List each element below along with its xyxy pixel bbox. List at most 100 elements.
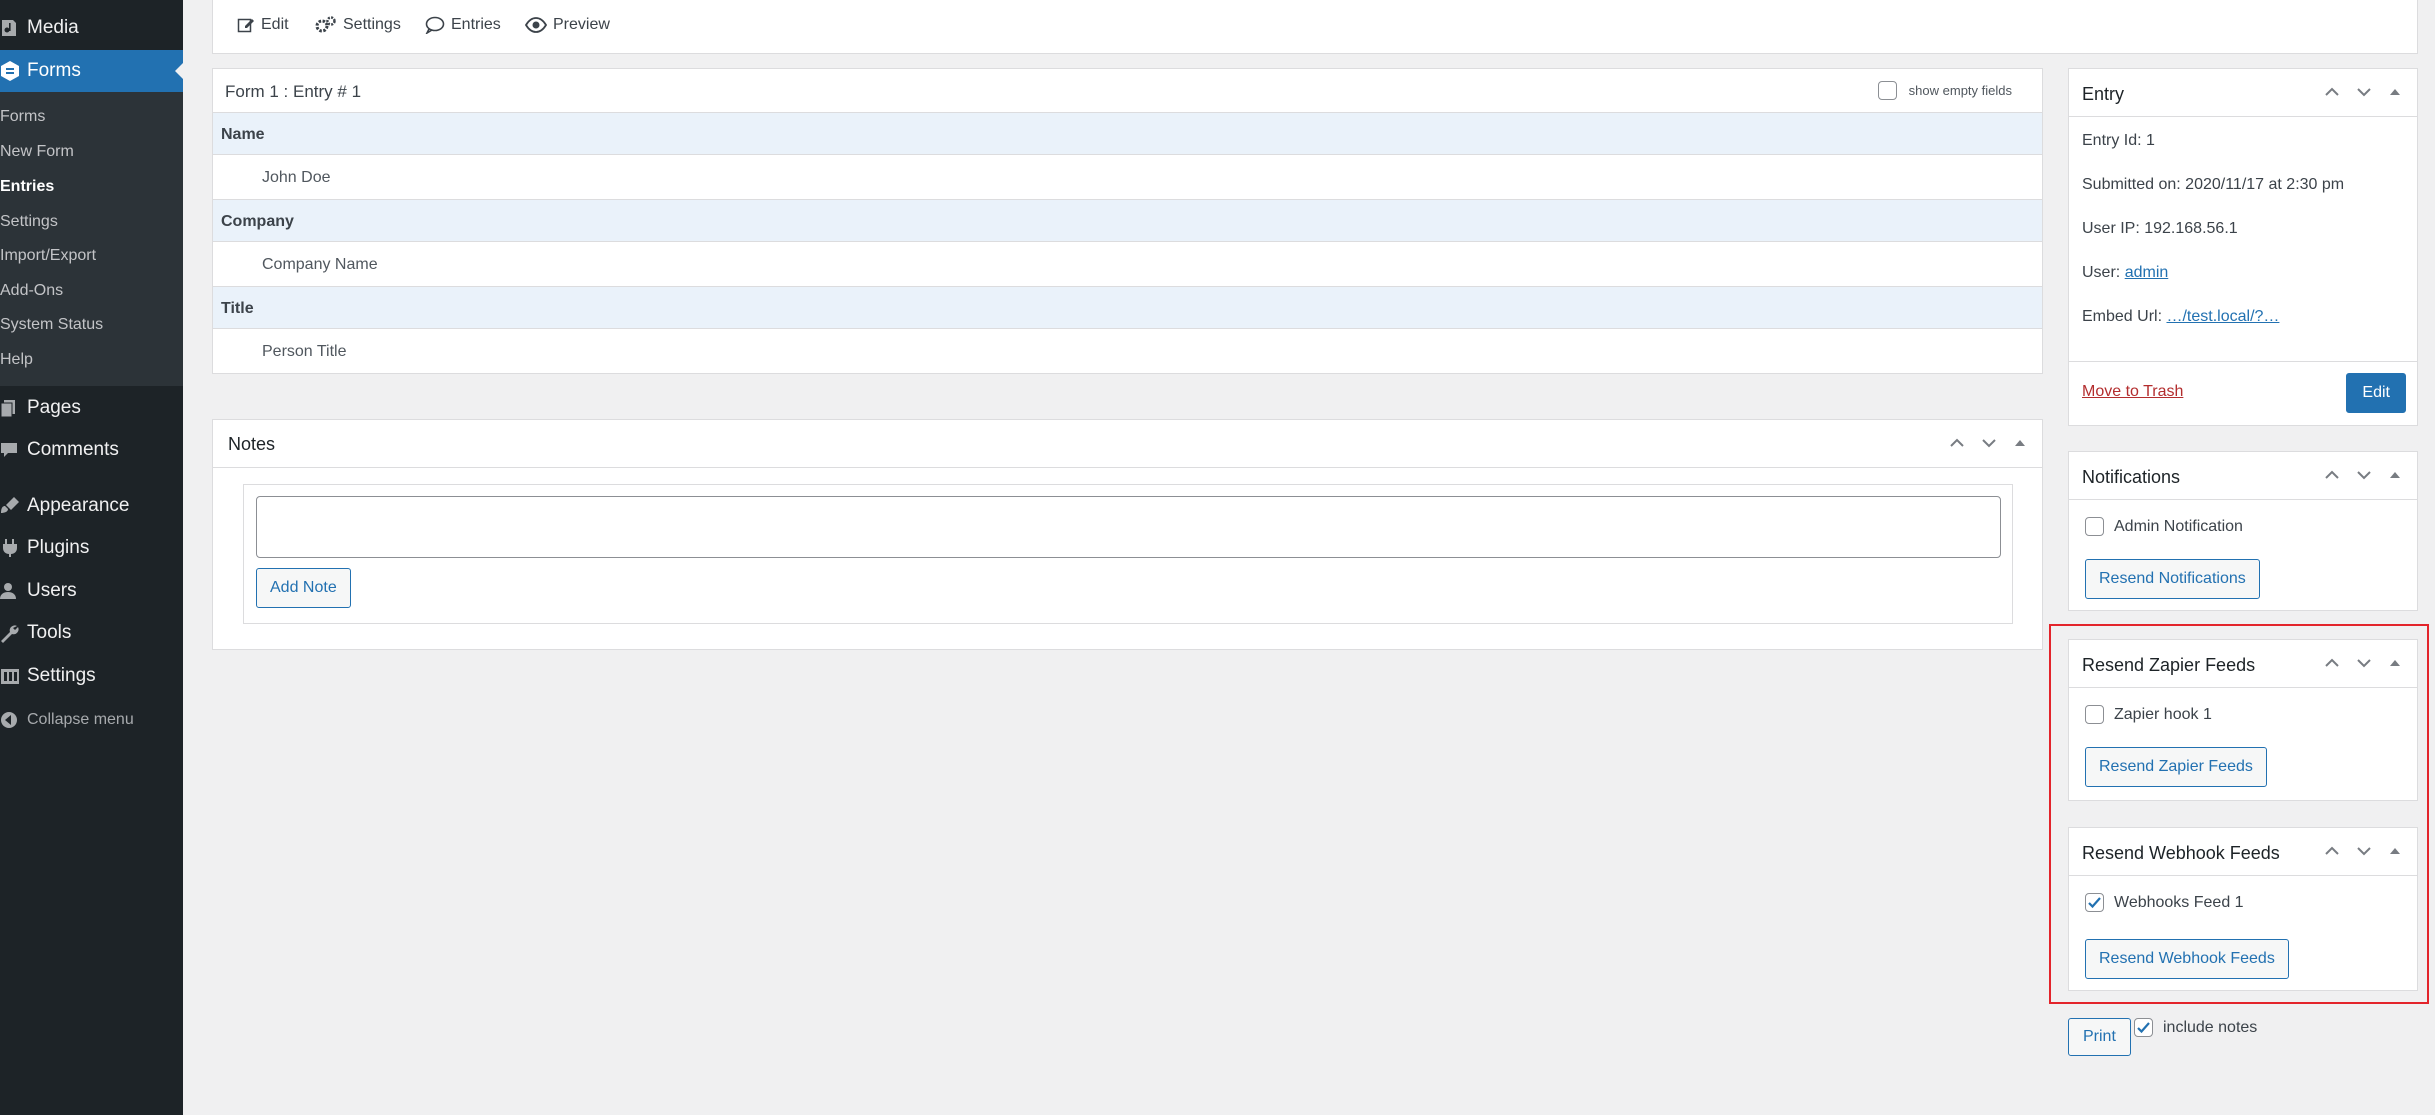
- notes-title: Notes: [228, 434, 276, 454]
- menu-item-pages[interactable]: Pages: [0, 390, 183, 426]
- include-notes-option[interactable]: include notes: [2134, 1018, 2257, 1037]
- notes-panel-controls: [1948, 434, 2028, 452]
- resend-zapier-feeds-button[interactable]: Resend Zapier Feeds: [2085, 747, 2267, 787]
- note-textarea[interactable]: [256, 496, 2001, 558]
- menu-item-appearance[interactable]: Appearance: [0, 488, 183, 524]
- toolbar-edit-link[interactable]: Edit: [237, 16, 289, 34]
- submenu-entries[interactable]: Entries: [0, 178, 54, 196]
- submenu-settings[interactable]: Settings: [0, 213, 58, 231]
- toolbar-entries-label: Entries: [451, 16, 501, 33]
- menu-label-pages: Pages: [27, 397, 81, 418]
- show-empty-fields-checkbox[interactable]: [1877, 81, 1897, 100]
- field-label-title: Title: [213, 287, 2042, 329]
- admin-notification-option[interactable]: Admin Notification: [2085, 517, 2243, 536]
- entry-id: Entry Id: 1: [2082, 132, 2155, 149]
- collapse-menu-button[interactable]: Collapse menu: [0, 702, 183, 738]
- resend-webhook-feeds-button[interactable]: Resend Webhook Feeds: [2085, 939, 2289, 979]
- toggle-panel-icon[interactable]: [2387, 843, 2403, 859]
- chevron-down-icon[interactable]: [2355, 466, 2373, 484]
- zapier-controls: [2323, 654, 2403, 672]
- chevron-down-icon[interactable]: [2355, 842, 2373, 860]
- notifications-title: Notifications: [2082, 467, 2181, 487]
- edit-entry-button[interactable]: Edit: [2346, 373, 2406, 413]
- field-label-name: Name: [213, 113, 2042, 155]
- notifications-header: Notifications: [2069, 452, 2417, 500]
- toggle-panel-icon[interactable]: [2387, 84, 2403, 100]
- field-value-company: Company Name: [213, 242, 2042, 287]
- chevron-up-icon[interactable]: [2323, 83, 2341, 101]
- admin-notification-label: Admin Notification: [2114, 517, 2243, 535]
- embed-url-link[interactable]: …/test.local/?…: [2166, 308, 2279, 325]
- include-notes-checkbox[interactable]: [2134, 1018, 2153, 1037]
- submenu-import-export[interactable]: Import/Export: [0, 247, 96, 265]
- menu-item-plugins[interactable]: Plugins: [0, 530, 183, 566]
- zapier-hook-checkbox[interactable]: [2085, 705, 2104, 724]
- entry-box-title: Entry: [2082, 84, 2125, 104]
- include-notes-label: include notes: [2163, 1018, 2258, 1036]
- menu-label-forms: Forms: [27, 60, 81, 81]
- menu-label-users: Users: [27, 580, 77, 601]
- zapier-header: Resend Zapier Feeds: [2069, 640, 2417, 688]
- menu-item-forms[interactable]: Forms: [0, 50, 183, 92]
- speech-bubble-icon: [425, 16, 445, 34]
- show-empty-fields-toggle[interactable]: show empty fields: [1877, 81, 2012, 100]
- user-line: User: admin: [2082, 264, 2168, 282]
- webhook-header: Resend Webhook Feeds: [2069, 828, 2417, 876]
- field-value-title: Person Title: [262, 343, 347, 360]
- entry-box-controls: [2323, 83, 2403, 101]
- toggle-panel-icon[interactable]: [2387, 655, 2403, 671]
- print-button[interactable]: Print: [2068, 1018, 2131, 1056]
- entry-info-box: Entry Entry Id: 1 Submitted on: 2020/11/…: [2068, 68, 2418, 426]
- chevron-down-icon[interactable]: [1980, 434, 1998, 452]
- entry-detail-title: Form 1 : Entry # 1: [225, 82, 362, 101]
- user-link[interactable]: admin: [2125, 264, 2169, 281]
- notifications-controls: [2323, 466, 2403, 484]
- move-to-trash-link[interactable]: Move to Trash: [2082, 383, 2183, 401]
- submenu-new-form[interactable]: New Form: [0, 143, 74, 161]
- menu-item-settings[interactable]: Settings: [0, 658, 183, 694]
- resend-zapier-feeds-box: Resend Zapier Feeds Zapier hook 1 Resend…: [2068, 639, 2418, 801]
- webhooks-feed-option[interactable]: Webhooks Feed 1: [2085, 893, 2244, 912]
- user-ip: User IP: 192.168.56.1: [2082, 220, 2238, 237]
- submenu-help[interactable]: Help: [0, 351, 33, 369]
- submenu-forms[interactable]: Forms: [0, 108, 45, 126]
- field-label-company: Company: [213, 200, 2042, 242]
- chevron-down-icon[interactable]: [2355, 83, 2373, 101]
- toggle-panel-icon[interactable]: [2387, 467, 2403, 483]
- menu-label-settings: Settings: [27, 665, 96, 686]
- menu-item-tools[interactable]: Tools: [0, 615, 183, 651]
- add-note-button[interactable]: Add Note: [256, 568, 351, 608]
- chevron-up-icon[interactable]: [2323, 842, 2341, 860]
- toolbar-edit-label: Edit: [261, 16, 289, 33]
- toolbar-preview-label: Preview: [553, 16, 610, 33]
- notifications-box: Notifications Admin Notification Resend …: [2068, 451, 2418, 611]
- resend-notifications-button[interactable]: Resend Notifications: [2085, 559, 2260, 599]
- collapse-icon: [0, 707, 27, 734]
- eye-icon: [525, 17, 547, 33]
- webhooks-feed-checkbox[interactable]: [2085, 893, 2104, 912]
- admin-notification-checkbox[interactable]: [2085, 517, 2104, 536]
- chevron-up-icon[interactable]: [2323, 654, 2341, 672]
- toolbar-entries-link[interactable]: Entries: [425, 16, 501, 34]
- zapier-title: Resend Zapier Feeds: [2082, 655, 2256, 675]
- toggle-panel-icon[interactable]: [2012, 435, 2028, 451]
- submenu-system-status[interactable]: System Status: [0, 316, 103, 334]
- gears-icon: [315, 16, 336, 33]
- media-icon: [0, 15, 27, 42]
- forms-submenu: Forms New Form Entries Settings Import/E…: [0, 92, 183, 386]
- chevron-down-icon[interactable]: [2355, 654, 2373, 672]
- menu-item-users[interactable]: Users: [0, 573, 183, 609]
- toolbar-settings-link[interactable]: Settings: [315, 16, 401, 34]
- chevron-up-icon[interactable]: [1948, 434, 1966, 452]
- edit-icon: [237, 18, 254, 33]
- resend-webhook-feeds-box: Resend Webhook Feeds Webhooks Feed 1 Res…: [2068, 827, 2418, 991]
- menu-item-media[interactable]: Media: [0, 10, 183, 46]
- submenu-add-ons[interactable]: Add-Ons: [0, 282, 63, 300]
- menu-item-comments[interactable]: Comments: [0, 432, 183, 468]
- webhook-title: Resend Webhook Feeds: [2082, 843, 2280, 863]
- webhook-controls: [2323, 842, 2403, 860]
- chevron-up-icon[interactable]: [2323, 466, 2341, 484]
- zapier-hook-option[interactable]: Zapier hook 1: [2085, 705, 2212, 724]
- toolbar-preview-link[interactable]: Preview: [525, 16, 610, 34]
- pages-icon: [0, 395, 27, 422]
